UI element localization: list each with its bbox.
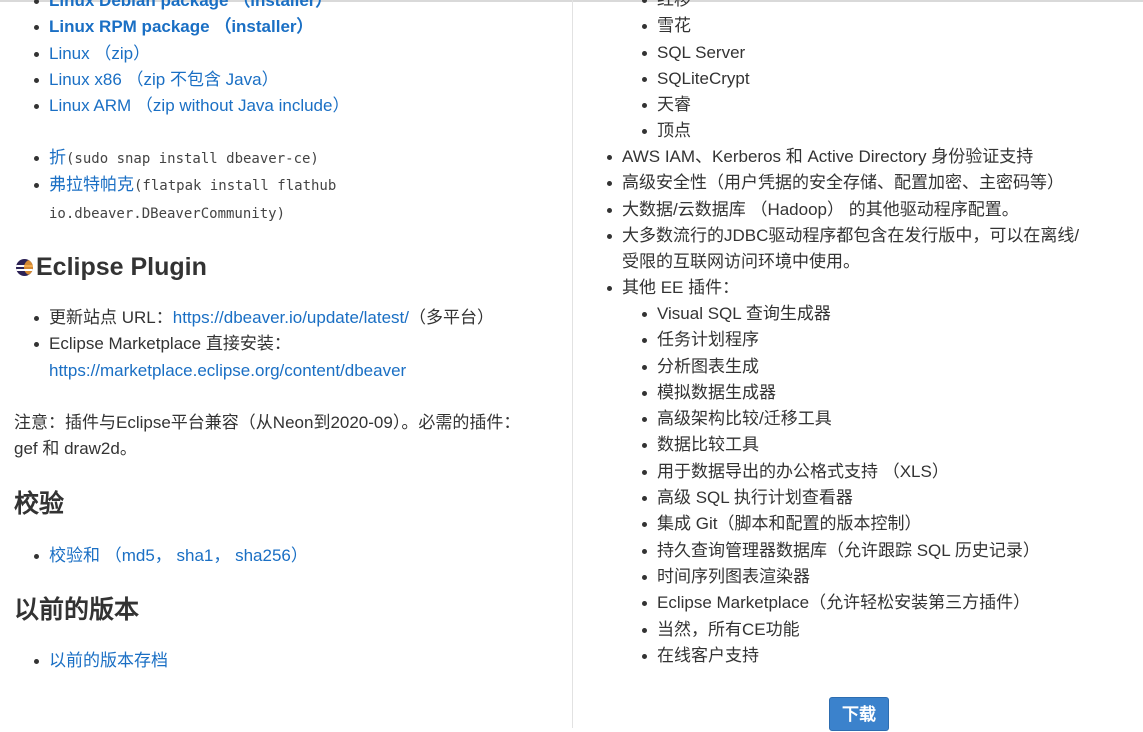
- features-list: AWS IAM、Kerberos 和 Active Directory 身份验证…: [604, 144, 1124, 302]
- eclipse-plugin-title: Eclipse Plugin: [36, 253, 207, 281]
- list-item: 高级 SQL 执行计划查看器: [639, 485, 1139, 511]
- linux-rpm-link[interactable]: Linux RPM package （installer）: [49, 17, 314, 36]
- update-site-suffix: （多平台）: [409, 308, 495, 327]
- list-item: Linux Debian package （installer）: [14, 0, 554, 14]
- eclipse-plugin-heading: Eclipse Plugin: [16, 251, 207, 283]
- list-item: Eclipse Marketplace 直接安装： https://market…: [14, 331, 554, 384]
- list-item: 雪花: [639, 13, 1139, 39]
- list-item: 顶点: [639, 118, 1139, 144]
- update-site-label: 更新站点 URL：: [49, 308, 173, 327]
- compat-note: 注意：插件与Eclipse平台兼容（从Neon到2020-09）。必需的插件： …: [14, 410, 554, 462]
- list-item: 红移: [639, 0, 1139, 13]
- snap-command: (sudo snap install dbeaver-ce): [66, 151, 319, 167]
- checksum-link[interactable]: 校验和 （md5， sha1， sha256）: [49, 546, 308, 565]
- list-item: SQL Server: [639, 40, 1139, 66]
- linux-downloads-list: Linux Debian package （installer） Linux R…: [14, 0, 554, 119]
- snap-link[interactable]: 折: [49, 148, 66, 167]
- list-item: 大数据/云数据库 （Hadoop） 的其他驱动程序配置。: [604, 197, 1124, 223]
- list-item: 分析图表生成: [639, 354, 1139, 380]
- previous-versions-archive-link[interactable]: 以前的版本存档: [49, 651, 168, 670]
- list-item: 持久查询管理器数据库（允许跟踪 SQL 历史记录）: [639, 538, 1139, 564]
- linux-arm-link[interactable]: Linux ARM （zip without Java include）: [49, 96, 349, 115]
- list-item: 折(sudo snap install dbeaver-ce): [14, 145, 554, 172]
- list-item: 以前的版本存档: [14, 648, 554, 674]
- marketplace-link[interactable]: https://marketplace.eclipse.org/content/…: [49, 361, 406, 380]
- list-item: 集成 Git（脚本和配置的版本控制）: [639, 511, 1139, 537]
- list-item: 任务计划程序: [639, 327, 1139, 353]
- linux-debian-link[interactable]: Linux Debian package （installer）: [49, 0, 332, 10]
- list-item: 天睿: [639, 92, 1139, 118]
- column-divider: [572, 0, 573, 728]
- list-item: 模拟数据生成器: [639, 380, 1139, 406]
- checksum-heading: 校验: [14, 490, 65, 518]
- flatpak-command-line1: (flatpak install flathub: [134, 178, 337, 195]
- eclipse-install-list: 更新站点 URL：https://dbeaver.io/update/lates…: [14, 305, 554, 384]
- database-list: 红移 雪花 SQL Server SQLiteCrypt 天睿 顶点: [604, 0, 1139, 145]
- previous-versions-list: 以前的版本存档: [14, 648, 554, 674]
- list-item: 高级安全性（用户凭据的安全存储、配置加密、主密码等）: [604, 170, 1124, 196]
- list-item: 高级架构比较/迁移工具: [639, 406, 1139, 432]
- list-item: 时间序列图表渲染器: [639, 564, 1139, 590]
- list-item: 校验和 （md5， sha1， sha256）: [14, 543, 554, 569]
- compat-note-line1: 注意：插件与Eclipse平台兼容（从Neon到2020-09）。必需的插件：: [14, 413, 521, 432]
- flatpak-command-line2: io.dbeaver.DBeaverCommunity): [49, 205, 286, 222]
- list-item: 大多数流行的JDBC驱动程序都包含在发行版中，可以在离线/ 受限的互联网访问环境…: [604, 223, 1124, 276]
- marketplace-label: Eclipse Marketplace 直接安装：: [49, 334, 291, 354]
- list-item: 更新站点 URL：https://dbeaver.io/update/lates…: [14, 305, 554, 331]
- list-item: Linux x86 （zip 不包含 Java）: [14, 67, 554, 93]
- list-item: AWS IAM、Kerberos 和 Active Directory 身份验证…: [604, 144, 1124, 170]
- linux-x86-link[interactable]: Linux x86 （zip 不包含 Java）: [49, 70, 279, 89]
- feature-text-line2: 受限的互联网访问环境中使用。: [622, 252, 860, 272]
- list-item: 弗拉特帕克(flatpak install flathub io.dbeaver…: [14, 172, 554, 227]
- list-item: SQLiteCrypt: [639, 66, 1139, 92]
- list-item: 数据比较工具: [639, 432, 1139, 458]
- feature-text-line1: 大多数流行的JDBC驱动程序都包含在发行版中，可以在离线/: [622, 225, 1080, 245]
- previous-versions-heading: 以前的版本: [14, 596, 140, 624]
- list-item: Linux ARM （zip without Java include）: [14, 93, 554, 119]
- list-item: Linux RPM package （installer）: [14, 14, 554, 40]
- list-item: 在线客户支持: [639, 643, 1139, 669]
- checksum-list: 校验和 （md5， sha1， sha256）: [14, 543, 554, 569]
- ee-plugins-list: Visual SQL 查询生成器 任务计划程序 分析图表生成 模拟数据生成器 高…: [604, 301, 1139, 669]
- download-button[interactable]: 下载: [829, 697, 889, 731]
- list-item: Linux （zip）: [14, 41, 554, 67]
- eclipse-icon: [16, 258, 33, 276]
- list-item: Eclipse Marketplace（允许轻松安装第三方插件）: [639, 590, 1139, 616]
- flatpak-link[interactable]: 弗拉特帕克: [49, 175, 134, 194]
- compat-note-line2: gef 和 draw2d。: [14, 439, 137, 458]
- list-item: 当然，所有CE功能: [639, 617, 1139, 643]
- linux-zip-link[interactable]: Linux （zip）: [49, 44, 150, 63]
- list-item: 用于数据导出的办公格式支持 （XLS）: [639, 459, 1139, 485]
- package-managers-list: 折(sudo snap install dbeaver-ce) 弗拉特帕克(fl…: [14, 145, 554, 227]
- list-item: 其他 EE 插件：: [604, 275, 1124, 301]
- update-site-link[interactable]: https://dbeaver.io/update/latest/: [173, 308, 409, 327]
- list-item: Visual SQL 查询生成器: [639, 301, 1139, 327]
